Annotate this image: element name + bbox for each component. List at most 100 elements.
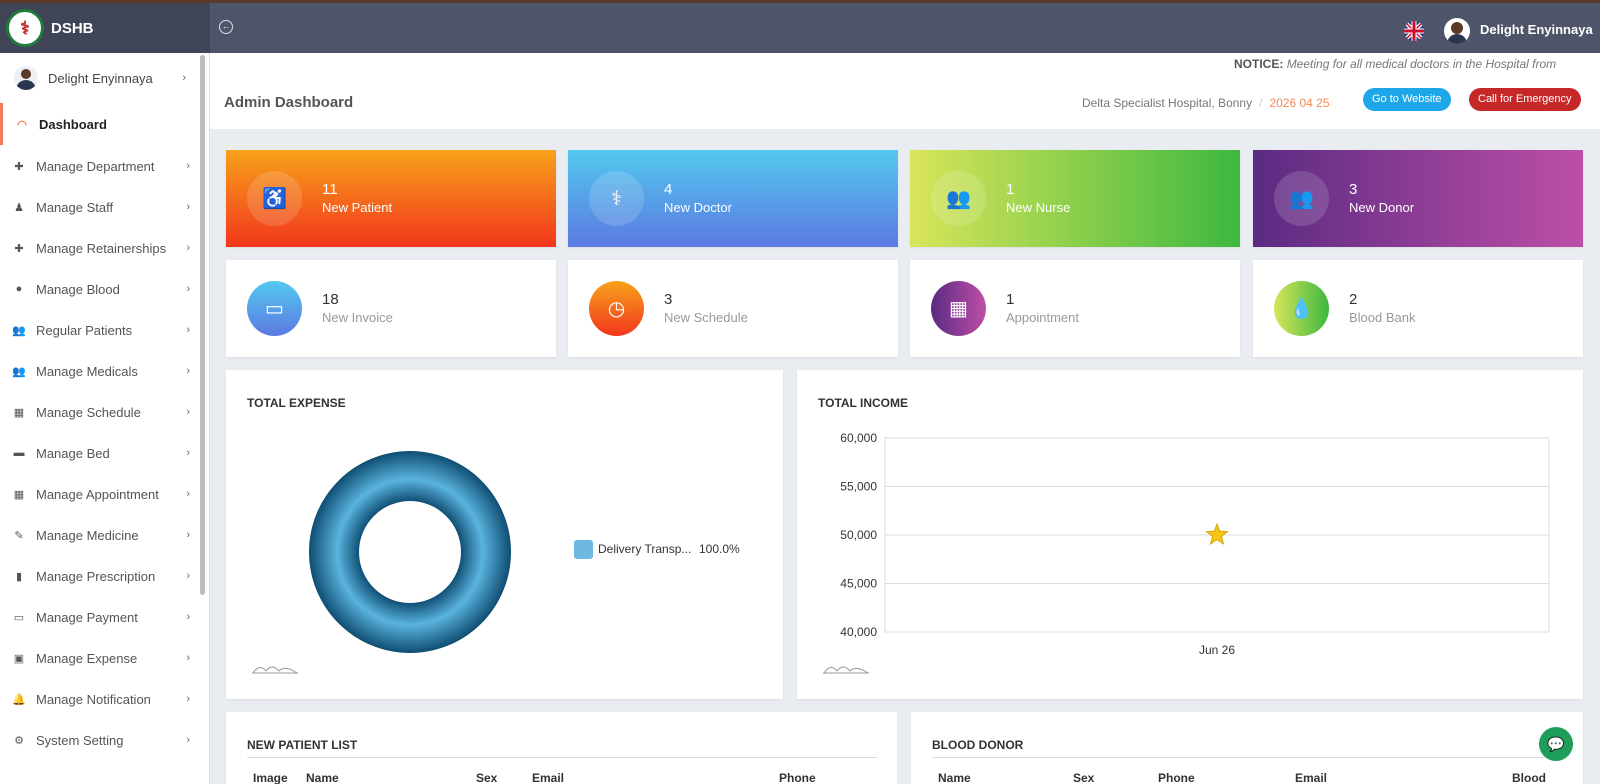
chevron-right-icon: ›: [186, 693, 190, 705]
sidebar-item-manage-medicals[interactable]: 👥 Manage Medicals ›: [0, 350, 202, 392]
sidebar-item-label: Dashboard: [39, 116, 107, 132]
sidebar-item-label: Manage Expense: [36, 650, 138, 666]
chevron-right-icon: ›: [186, 447, 190, 459]
column-header: Sex: [476, 771, 498, 784]
sidebar-item-manage-schedule[interactable]: ▦ Manage Schedule ›: [0, 391, 202, 433]
doctor-icon: ⚕: [589, 171, 644, 226]
stat-label: New Doctor: [664, 200, 732, 215]
sidebar-item-label: Manage Medicals: [36, 363, 138, 379]
go-to-website-button[interactable]: Go to Website: [1363, 88, 1451, 111]
chevron-right-icon: ›: [186, 406, 190, 418]
sidebar-item-label: Manage Notification: [36, 691, 151, 707]
sidebar-item-manage-expense[interactable]: ▣ Manage Expense ›: [0, 637, 202, 679]
top-user-name[interactable]: Delight Enyinnaya: [1480, 22, 1593, 37]
sidebar-item-manage-retainerships[interactable]: ✚ Manage Retainerships ›: [0, 227, 202, 269]
chevron-right-icon: ›: [186, 365, 190, 377]
sidebar-item-label: Manage Retainerships: [36, 240, 167, 256]
y-tick-label: 60,000: [840, 431, 877, 445]
calendar-icon: ▦: [931, 281, 986, 336]
blood-drop-icon: 💧: [1274, 281, 1329, 336]
column-header: Name: [306, 771, 339, 784]
sidebar-item-manage-staff[interactable]: ♟ Manage Staff ›: [0, 186, 202, 228]
total-income-panel: TOTAL INCOME 60,000 55,000 50,000 45,000 40,…: [797, 370, 1583, 699]
sidebar-item-manage-bed[interactable]: ▬ Manage Bed ›: [0, 432, 202, 474]
x-tick-label: Jun 26: [1199, 643, 1235, 657]
sidebar-item-label: Manage Blood: [36, 281, 120, 297]
sidebar-item-manage-payment[interactable]: ▭ Manage Payment ›: [0, 596, 202, 638]
blood-donor-panel: BLOOD DONOR Name Sex Phone Email Blood: [911, 712, 1583, 784]
uk-flag-icon[interactable]: [1404, 21, 1424, 41]
sidebar-item-manage-notification[interactable]: 🔔 Manage Notification ›: [0, 678, 202, 720]
stat-card-new-doctor[interactable]: ⚕ 4 New Doctor: [568, 150, 898, 247]
chevron-right-icon: ›: [186, 529, 190, 541]
sidebar-user[interactable]: Delight Enyinnaya ›: [0, 53, 202, 103]
stat-value: 3: [1349, 181, 1358, 198]
plus-icon: ✚: [14, 242, 24, 255]
users-icon: 👥: [1274, 171, 1329, 226]
staff-icon: ♟: [14, 201, 24, 214]
column-header: Phone: [779, 771, 816, 784]
chevron-right-icon: ›: [186, 201, 190, 213]
credit-card-icon: ▭: [247, 281, 302, 336]
chevron-right-icon: ›: [186, 160, 190, 172]
sidebar-item-label: System Setting: [36, 732, 124, 748]
legend-value: 100.0%: [699, 542, 740, 556]
chevron-right-icon: ›: [186, 242, 190, 254]
calendar-icon: ▦: [13, 406, 25, 419]
sidebar-item-manage-medicine[interactable]: ✎ Manage Medicine ›: [0, 514, 202, 556]
sidebar-item-manage-blood[interactable]: ● Manage Blood ›: [0, 268, 202, 310]
stat-card-new-patient[interactable]: ♿ 11 New Patient: [226, 150, 556, 247]
stat-card-new-invoice[interactable]: ▭ 18 New Invoice: [226, 260, 556, 357]
avatar[interactable]: [1444, 18, 1470, 44]
new-patient-list-panel: NEW PATIENT LIST Image Name Sex Email Ph…: [226, 712, 897, 784]
sidebar-item-label: Manage Schedule: [36, 404, 141, 420]
stat-card-new-nurse[interactable]: 👥 1 New Nurse: [910, 150, 1240, 247]
chevron-right-icon: ›: [182, 72, 186, 84]
stat-label: New Schedule: [664, 310, 748, 325]
sidebar-item-manage-prescription[interactable]: ▮ Manage Prescription ›: [0, 555, 202, 597]
column-header: Image: [253, 771, 288, 784]
sidebar-item-system-setting[interactable]: ⚙ System Setting ›: [0, 719, 202, 761]
money-icon: ▣: [13, 652, 25, 665]
current-date: 2026 04 25: [1269, 96, 1330, 110]
sidebar-item-manage-appointment[interactable]: ▦ Manage Appointment ›: [0, 473, 202, 515]
stat-card-new-schedule[interactable]: ◷ 3 New Schedule: [568, 260, 898, 357]
sidebar-item-label: Manage Medicine: [36, 527, 139, 543]
dashboard-icon: ◠: [17, 118, 27, 131]
users-icon: 👥: [12, 324, 26, 337]
sidebar-item-regular-patients[interactable]: 👥 Regular Patients ›: [0, 309, 202, 351]
stat-value: 1: [1006, 181, 1015, 198]
call-for-emergency-button[interactable]: Call for Emergency: [1469, 88, 1581, 111]
calendar-icon: ▦: [13, 488, 25, 501]
chevron-right-icon: ›: [186, 734, 190, 746]
users-icon: 👥: [12, 365, 26, 378]
sidebar-item-manage-department[interactable]: ✚ Manage Department ›: [0, 145, 202, 187]
sidebar-item-dashboard[interactable]: ◠ Dashboard: [0, 103, 202, 145]
stat-value: 1: [1006, 291, 1015, 308]
y-tick-label: 45,000: [840, 577, 877, 591]
sidebar-toggle-icon[interactable]: ←: [219, 20, 233, 34]
column-header: Email: [1295, 771, 1328, 784]
stat-card-appointment[interactable]: ▦ 1 Appointment: [910, 260, 1240, 357]
chevron-right-icon: ›: [186, 283, 190, 295]
edit-icon: ✎: [14, 529, 24, 542]
stat-card-blood-bank[interactable]: 💧 2 Blood Bank: [1253, 260, 1583, 357]
data-point-star: [1205, 522, 1229, 546]
total-expense-panel: TOTAL EXPENSE Delivery Transp... 100.0%: [226, 370, 783, 699]
column-header: Email: [532, 771, 565, 784]
stat-label: New Nurse: [1006, 200, 1071, 215]
stat-label: Appointment: [1006, 310, 1079, 325]
legend-swatch: [574, 540, 593, 559]
chat-icon[interactable]: 💬: [1539, 727, 1573, 761]
expense-donut-chart: [309, 451, 511, 653]
stat-card-new-donor[interactable]: 👥 3 New Donor: [1253, 150, 1583, 247]
brand[interactable]: ⚕ DSHB: [0, 3, 210, 53]
stat-label: New Invoice: [322, 310, 393, 325]
chevron-right-icon: ›: [186, 570, 190, 582]
sidebar-item-label: Manage Prescription: [36, 568, 156, 584]
donut-slice: [309, 451, 511, 653]
chevron-right-icon: ›: [186, 652, 190, 664]
divider: [247, 757, 877, 758]
brand-name: DSHB: [51, 19, 94, 37]
sidebar-item-label: Manage Staff: [36, 199, 114, 215]
